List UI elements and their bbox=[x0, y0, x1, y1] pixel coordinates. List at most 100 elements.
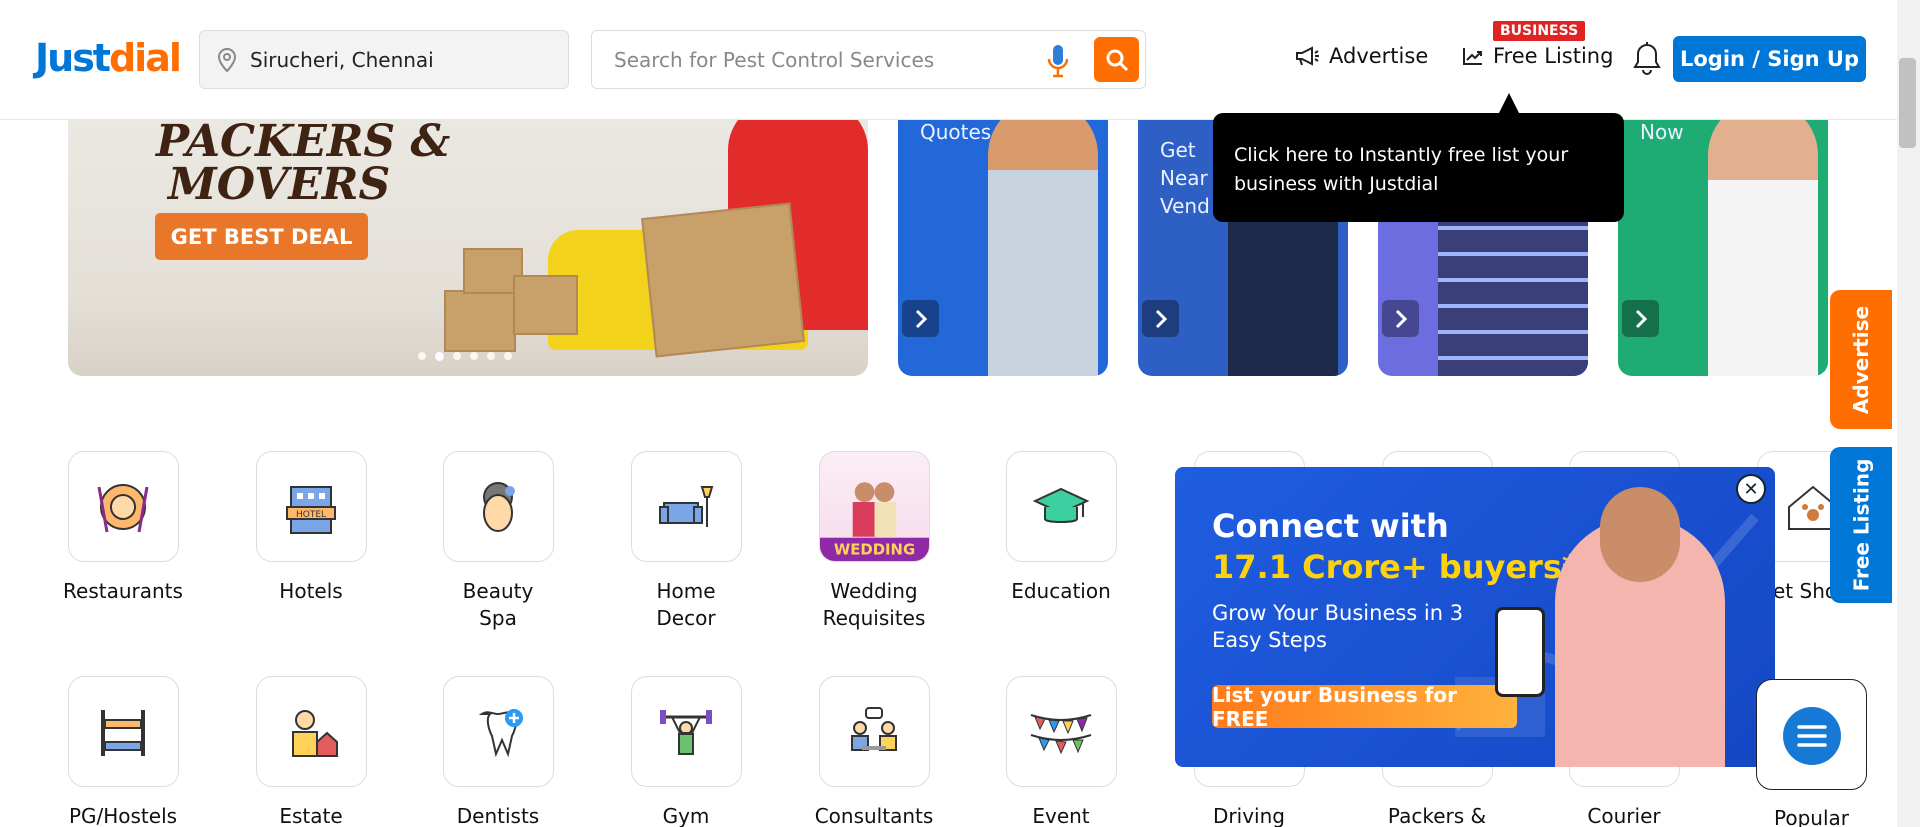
microphone-icon[interactable] bbox=[1047, 44, 1069, 78]
category-restaurants[interactable]: Restaurants bbox=[48, 451, 198, 605]
packers-movers-banner[interactable]: PACKERS & MOVERS GET BEST DEAL bbox=[68, 100, 868, 376]
category-estate[interactable]: Estate bbox=[236, 676, 386, 827]
category-label: Consultants bbox=[814, 804, 934, 827]
banner-text: Now bbox=[1640, 120, 1684, 144]
category-consultants[interactable]: Consultants bbox=[799, 676, 949, 827]
promo-headline-1: Connect with bbox=[1212, 507, 1449, 545]
close-icon[interactable]: ✕ bbox=[1736, 474, 1766, 504]
doctors-banner[interactable]: Now bbox=[1618, 100, 1828, 376]
category-event[interactable]: Event bbox=[986, 676, 1136, 827]
carousel-dot[interactable] bbox=[453, 352, 461, 360]
tooltip-arrow bbox=[1499, 93, 1519, 113]
banner-next-button[interactable] bbox=[902, 300, 939, 337]
chevron-right-icon bbox=[1155, 309, 1167, 328]
banner-title: PACKERS & MOVERS bbox=[156, 116, 451, 207]
banner-title-line1: PACKERS & bbox=[156, 116, 451, 167]
category-gym[interactable]: Gym bbox=[611, 676, 761, 827]
tooth-icon bbox=[442, 676, 554, 787]
phone-illustration bbox=[1495, 607, 1545, 697]
justdial-logo[interactable]: Justdial bbox=[35, 36, 182, 80]
free-listing-side-tab[interactable]: Free Listing bbox=[1830, 447, 1892, 603]
consultants-icon bbox=[818, 676, 930, 787]
scrollbar-thumb[interactable] bbox=[1899, 58, 1916, 148]
category-beauty-spa[interactable]: Beauty Spa bbox=[423, 451, 573, 632]
hamburger-menu-icon bbox=[1797, 725, 1827, 747]
advertise-link[interactable]: Advertise bbox=[1294, 44, 1428, 68]
bunting-flags-icon bbox=[1005, 676, 1117, 787]
box-illustration bbox=[641, 202, 805, 358]
banner-next-button[interactable] bbox=[1622, 300, 1659, 337]
promo-person-face bbox=[1600, 487, 1680, 582]
carousel-dot[interactable] bbox=[504, 352, 512, 360]
list-business-free-button[interactable]: List your Business for FREE bbox=[1212, 683, 1517, 731]
category-wedding-requisites[interactable]: WEDDING Wedding Requisites bbox=[799, 451, 949, 632]
carousel-dots bbox=[418, 352, 512, 361]
category-label: Estate bbox=[279, 804, 343, 827]
category-label: Wedding Requisites bbox=[822, 579, 926, 630]
category-label: Gym bbox=[662, 804, 710, 827]
logo-dial: dial bbox=[108, 36, 182, 80]
category-label: Courier bbox=[1587, 804, 1661, 827]
trending-up-icon bbox=[1463, 48, 1482, 65]
chevron-right-icon bbox=[1395, 309, 1407, 328]
category-label: Packers & bbox=[1387, 804, 1487, 827]
page: Justdial Sirucheri, Chennai Advertise BU… bbox=[0, 0, 1920, 827]
search-icon bbox=[1106, 49, 1128, 71]
promo-headline-2: 17.1 Crore+ buyers* bbox=[1212, 548, 1579, 586]
graduation-cap-icon bbox=[1005, 451, 1117, 562]
logo-just: Just bbox=[35, 36, 111, 80]
promo-subtitle: Grow Your Business in 3 Easy Steps bbox=[1212, 601, 1464, 652]
get-best-deal-button[interactable]: GET BEST DEAL bbox=[155, 213, 368, 260]
chevron-right-icon bbox=[915, 309, 927, 328]
category-education[interactable]: Education bbox=[986, 451, 1136, 605]
free-listing-link[interactable]: Free Listing bbox=[1462, 44, 1613, 68]
wedding-tag: WEDDING bbox=[833, 540, 914, 558]
carousel-dot-active[interactable] bbox=[435, 352, 444, 361]
banner-next-button[interactable] bbox=[1382, 300, 1419, 337]
category-label: PG/Hostels bbox=[68, 804, 178, 827]
advertise-side-label: Advertise bbox=[1849, 305, 1873, 414]
restaurant-icon bbox=[67, 451, 179, 562]
armchair-lamp-icon bbox=[630, 451, 742, 562]
login-signup-button[interactable]: Login / Sign Up bbox=[1673, 36, 1866, 82]
megaphone-icon bbox=[1296, 46, 1319, 66]
hotel-icon: HOTEL bbox=[255, 451, 367, 562]
advertise-side-tab[interactable]: Advertise bbox=[1830, 290, 1892, 429]
search-button[interactable] bbox=[1094, 37, 1139, 82]
notification-bell-icon[interactable] bbox=[1633, 42, 1661, 76]
carousel-dot[interactable] bbox=[470, 352, 478, 360]
box-illustration bbox=[444, 290, 516, 352]
location-text: Sirucheri, Chennai bbox=[250, 47, 434, 72]
category-label: Education bbox=[1011, 579, 1111, 603]
person-illustration bbox=[988, 100, 1098, 376]
beauty-spa-icon bbox=[442, 451, 554, 562]
category-label: Dentists bbox=[456, 804, 540, 827]
carousel-dot[interactable] bbox=[418, 352, 426, 360]
box-illustration bbox=[513, 275, 578, 335]
list-business-promo[interactable]: Connect with 17.1 Crore+ buyers* Grow Yo… bbox=[1175, 467, 1775, 767]
category-label: Hotels bbox=[279, 579, 343, 603]
banner-text: Quotes bbox=[920, 120, 992, 144]
free-listing-label: Free Listing bbox=[1493, 44, 1614, 68]
free-listing-side-label: Free Listing bbox=[1849, 458, 1873, 592]
search-input[interactable] bbox=[614, 47, 1034, 72]
category-label: Event bbox=[1032, 804, 1090, 827]
search-bar bbox=[591, 30, 1146, 89]
quotes-banner[interactable]: Quotes bbox=[898, 100, 1108, 376]
category-dentists[interactable]: Dentists bbox=[423, 676, 573, 827]
menu-button[interactable] bbox=[1783, 707, 1841, 765]
weightlifter-icon bbox=[630, 676, 742, 787]
location-field[interactable]: Sirucheri, Chennai bbox=[199, 30, 569, 89]
category-pg-hostels[interactable]: PG/Hostels bbox=[48, 676, 198, 827]
popular-label: Popular bbox=[1774, 806, 1849, 827]
carousel-dot[interactable] bbox=[487, 352, 495, 360]
banner-next-button[interactable] bbox=[1142, 300, 1179, 337]
category-hotels[interactable]: HOTEL Hotels bbox=[236, 451, 386, 605]
category-home-decor[interactable]: Home Decor bbox=[611, 451, 761, 632]
free-listing-tooltip: Click here to Instantly free list your b… bbox=[1213, 113, 1624, 222]
location-pin-icon bbox=[217, 47, 237, 72]
hotel-tag: HOTEL bbox=[296, 510, 326, 520]
estate-agent-icon bbox=[255, 676, 367, 787]
category-label: Restaurants bbox=[63, 579, 183, 603]
bunk-bed-icon bbox=[67, 676, 179, 787]
